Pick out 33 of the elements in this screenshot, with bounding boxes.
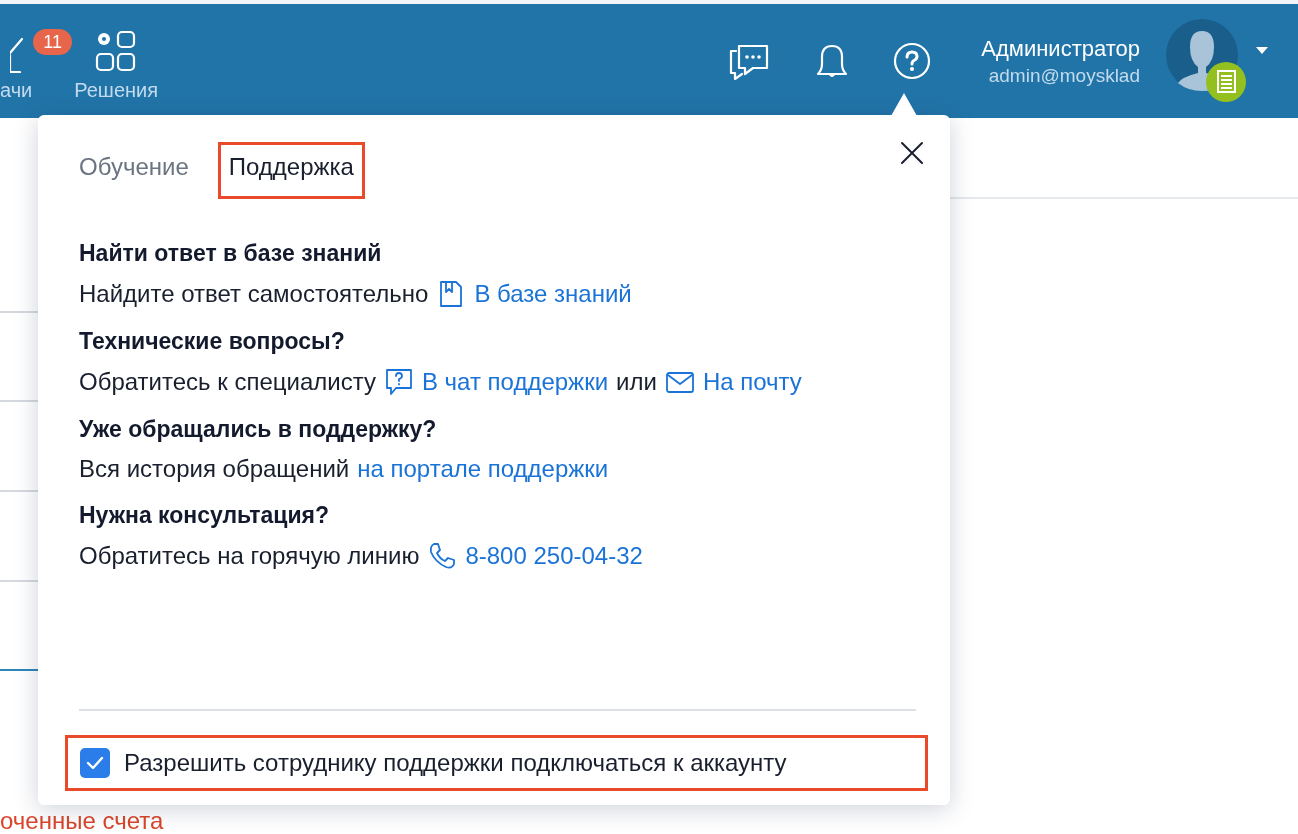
- help-icon[interactable]: [893, 42, 932, 80]
- section-title: Найти ответ в базе знаний: [79, 240, 383, 267]
- nav-label: Решения: [74, 79, 159, 102]
- section-title: Технические вопросы?: [79, 328, 346, 355]
- phone-icon: [427, 541, 458, 571]
- help-link[interactable]: В чат поддержки: [383, 367, 609, 397]
- checkbox[interactable]: [80, 748, 110, 778]
- help-text: Обратитесь на горячую линию: [79, 542, 420, 570]
- consent-label: Разрешить сотруднику поддержки подключаться к аккаунту: [124, 749, 787, 777]
- caret-icon[interactable]: [1256, 47, 1268, 55]
- section-title: Уже обращались в поддержку?: [79, 416, 438, 443]
- tab[interactable]: Обучение: [79, 143, 199, 198]
- close-icon[interactable]: [900, 141, 924, 165]
- user-name: Администратор: [981, 35, 1140, 62]
- section-title: Нужна консультация?: [79, 502, 331, 529]
- nav-label: ачи: [0, 79, 33, 102]
- help-text: Найдите ответ самостоятельно: [79, 280, 429, 308]
- edit-icon: [9, 37, 23, 73]
- help-text: Обратитесь к специалисту: [79, 368, 376, 396]
- check-icon: [86, 756, 104, 770]
- help-text: или: [616, 368, 657, 396]
- user-email: admin@moysklad: [988, 64, 1140, 87]
- tab[interactable]: Поддержка: [218, 143, 364, 198]
- invoices-link[interactable]: оченные счета: [0, 808, 164, 833]
- help-text: Вся история обращений: [79, 455, 350, 483]
- nav-item[interactable]: ачи: [0, 37, 33, 102]
- help-link[interactable]: 8-800 250-04-32: [427, 541, 643, 571]
- nav-item[interactable]: Решения: [74, 29, 159, 102]
- help-link[interactable]: на портале поддержки: [357, 455, 609, 483]
- help-link[interactable]: На почту: [664, 367, 802, 397]
- help-link[interactable]: В базе знаний: [436, 279, 632, 309]
- count-badge: 11: [33, 29, 72, 55]
- chat-question-icon: [383, 367, 414, 397]
